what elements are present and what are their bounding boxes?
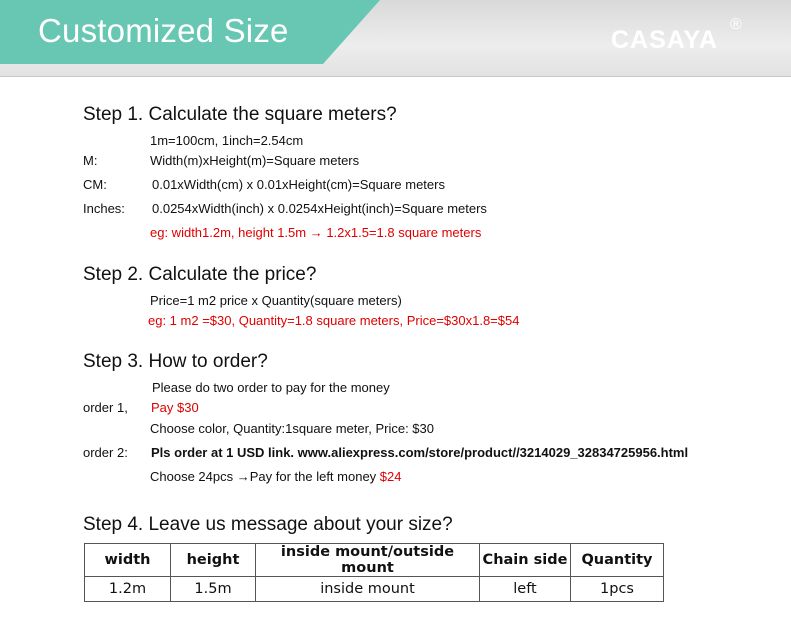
step4-title: Step 4. Leave us message about your size… bbox=[83, 514, 453, 535]
header-mount: inside mount/outside mount bbox=[255, 543, 480, 577]
cell-height: 1.5m bbox=[170, 576, 256, 602]
header-banner: Customized Size CASAYA ® bbox=[0, 0, 791, 77]
step1-formula-cm: 0.01xWidth(cm) x 0.01xHeight(cm)=Square … bbox=[152, 177, 445, 192]
step2-example: eg: 1 m2 =$30, Quantity=1.8 square meter… bbox=[148, 313, 520, 328]
step1-label-m: M: bbox=[83, 153, 98, 168]
order2-label: order 2: bbox=[83, 445, 128, 460]
step1-formula-m: Width(m)xHeight(m)=Square meters bbox=[150, 153, 360, 168]
order2-choose: Choose 24pcs →Pay for the left money $24 bbox=[150, 469, 402, 484]
header-quantity: Quantity bbox=[570, 543, 664, 577]
header-height: height bbox=[170, 543, 256, 577]
order2-amount: $24 bbox=[379, 469, 402, 484]
cell-quantity: 1pcs bbox=[570, 576, 664, 602]
step1-title: Step 1. Calculate the square meters? bbox=[83, 104, 397, 125]
table-header-row: width height inside mount/outside mount … bbox=[84, 543, 664, 577]
step1-conversion: 1m=100cm, 1inch=2.54cm bbox=[150, 133, 304, 148]
step1-label-cm: CM: bbox=[83, 177, 107, 192]
order1-label: order 1, bbox=[83, 400, 128, 415]
size-table: width height inside mount/outside mount … bbox=[84, 543, 664, 602]
step1-example: eg: width1.2m, height 1.5m → 1.2x1.5=1.8… bbox=[150, 225, 482, 240]
order2-choose-text: Choose 24pcs →Pay for the left money bbox=[150, 469, 380, 484]
brand-logo: CASAYA bbox=[611, 26, 718, 54]
header-chain-side: Chain side bbox=[479, 543, 571, 577]
registered-mark: ® bbox=[730, 16, 742, 33]
table-row: 1.2m 1.5m inside mount left 1pcs bbox=[84, 576, 664, 602]
step3-title: Step 3. How to order? bbox=[83, 351, 268, 372]
step2-formula: Price=1 m2 price x Quantity(square meter… bbox=[150, 293, 402, 308]
step1-label-inches: Inches: bbox=[83, 201, 125, 216]
cell-mount: inside mount bbox=[255, 576, 480, 602]
cell-width: 1.2m bbox=[84, 576, 171, 602]
step2-title: Step 2. Calculate the price? bbox=[83, 264, 317, 285]
order1-choose: Choose color, Quantity:1square meter, Pr… bbox=[150, 421, 434, 436]
order1-pay: Pay $30 bbox=[151, 400, 199, 415]
step1-formula-inches: 0.0254xWidth(inch) x 0.0254xHeight(inch)… bbox=[152, 201, 487, 216]
header-width: width bbox=[84, 543, 171, 577]
step3-intro: Please do two order to pay for the money bbox=[152, 380, 390, 395]
cell-chain-side: left bbox=[479, 576, 571, 602]
order2-link-text: Pls order at 1 USD link. www.aliexpress.… bbox=[151, 445, 689, 460]
page-title: Customized Size bbox=[38, 12, 289, 49]
